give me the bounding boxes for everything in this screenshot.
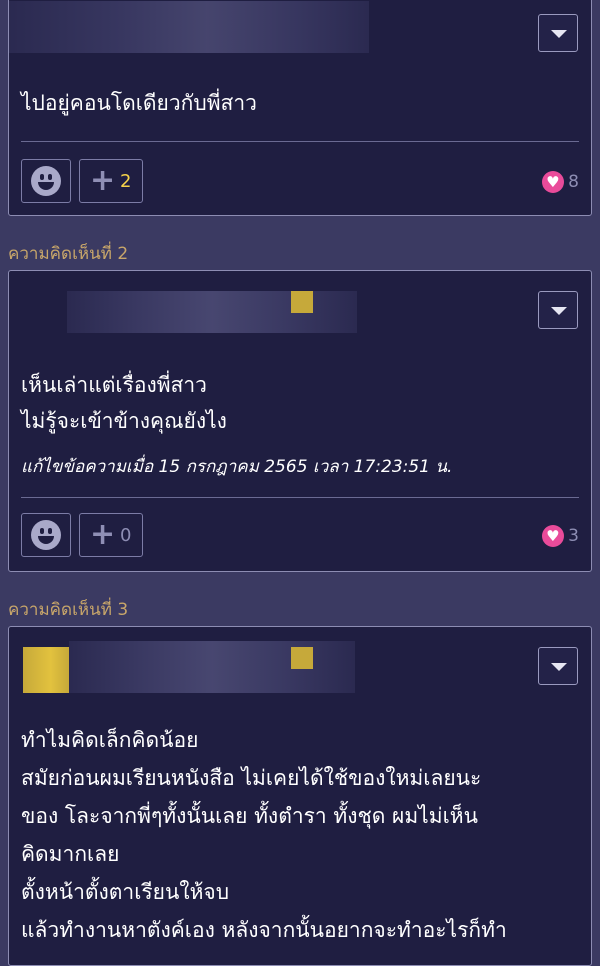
emoji-reaction-button[interactable]	[21, 513, 71, 557]
comment-card: ทำไมคิดเล็กคิดน้อย สมัยก่อนผมเรียนหนังสื…	[8, 626, 592, 966]
smiley-icon	[31, 166, 61, 196]
comment-body: ไปอยู่คอนโดเดียวกับพี่สาว	[21, 85, 571, 121]
comment-menu-button[interactable]	[538, 291, 578, 329]
chevron-down-icon	[551, 30, 567, 38]
comment-body: เห็นเล่าแต่เรื่องพี่สาว ไม่รู้จะเข้าข้าง…	[21, 367, 571, 439]
like-counter[interactable]: ♥ 8	[542, 171, 579, 193]
chevron-down-icon	[551, 307, 567, 315]
like-counter[interactable]: ♥ 3	[542, 525, 579, 547]
comment-card: เห็นเล่าแต่เรื่องพี่สาว ไม่รู้จะเข้าข้าง…	[8, 270, 592, 572]
comment-line: แล้วทำงานหาตังค์เอง หลังจากนั้นอยากจะทำอ…	[21, 918, 507, 942]
plus-vote-button[interactable]: + 0	[79, 513, 143, 557]
divider	[21, 497, 579, 498]
comment-card: ไปอยู่คอนโดเดียวกับพี่สาว + 2 ♥ 8	[8, 0, 592, 216]
badge-blurred	[291, 291, 313, 313]
comment-line: คิดมากเลย	[21, 842, 120, 866]
comment-line: ไปอยู่คอนโดเดียวกับพี่สาว	[21, 91, 257, 115]
plus-icon: +	[90, 163, 116, 198]
emoji-reaction-button[interactable]	[21, 159, 71, 203]
plus-count: 0	[120, 525, 132, 546]
plus-count: 2	[120, 171, 132, 192]
comment-line: สมัยก่อนผมเรียนหนังสือ ไม่เคยได้ใช้ของให…	[21, 766, 482, 790]
chevron-down-icon	[551, 663, 567, 671]
avatar-blurred	[23, 647, 69, 693]
heart-icon: ♥	[542, 525, 565, 547]
comment-number-label: ความคิดเห็นที่ 3	[8, 600, 129, 620]
comment-line: ไม่รู้จะเข้าข้างคุณยังไง	[21, 409, 227, 433]
plus-icon: +	[90, 517, 116, 552]
edit-note: แก้ไขข้อความเมื่อ 15 กรกฎาคม 2565 เวลา 1…	[21, 457, 453, 477]
comment-line: ทำไมคิดเล็กคิดน้อย	[21, 728, 199, 752]
heart-count: 8	[568, 172, 579, 192]
comment-line: ของ โละจากพี่ๆทั้งนั้นเลย ทั้งตำรา ทั้งช…	[21, 804, 478, 828]
comment-number-label: ความคิดเห็นที่ 2	[8, 244, 129, 264]
heart-icon: ♥	[542, 171, 565, 193]
plus-vote-button[interactable]: + 2	[79, 159, 143, 203]
comment-menu-button[interactable]	[538, 647, 578, 685]
heart-count: 3	[568, 526, 579, 546]
avatar-blurred	[9, 1, 369, 53]
smiley-icon	[31, 520, 61, 550]
comment-body: ทำไมคิดเล็กคิดน้อย สมัยก่อนผมเรียนหนังสื…	[21, 721, 571, 949]
comment-line: ตั้งหน้าตั้งตาเรียนให้จบ	[21, 880, 230, 904]
divider	[21, 141, 579, 142]
comment-line: เห็นเล่าแต่เรื่องพี่สาว	[21, 373, 207, 397]
comment-menu-button[interactable]	[538, 14, 578, 52]
avatar-blurred	[67, 291, 357, 333]
badge-blurred	[291, 647, 313, 669]
